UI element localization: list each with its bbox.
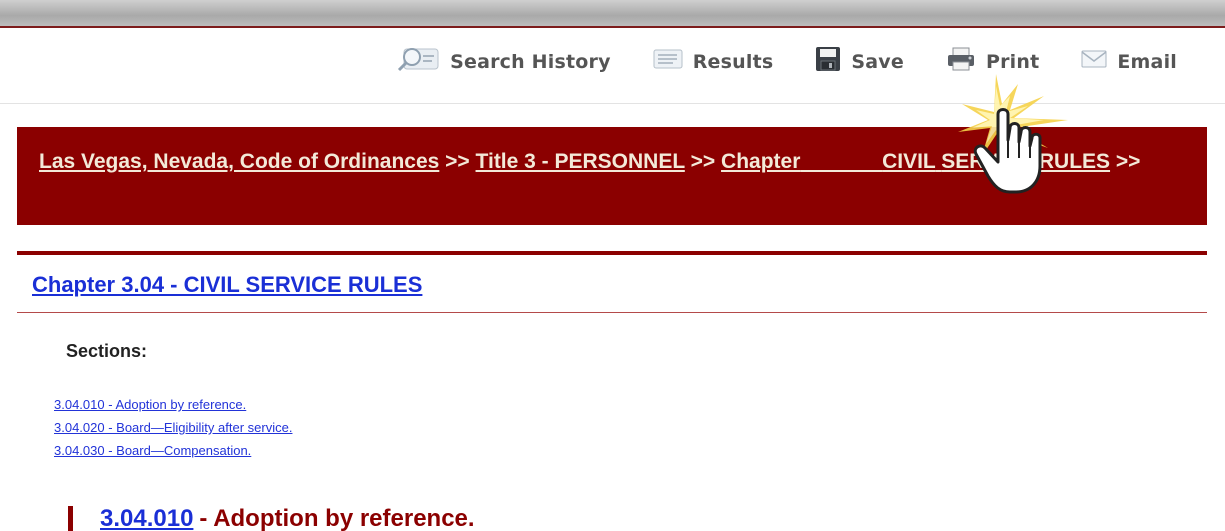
heading-accent-bar	[68, 506, 73, 531]
save-button[interactable]: Save	[815, 46, 904, 77]
section-divider	[17, 251, 1207, 255]
breadcrumb-link-code[interactable]: Las Vegas, Nevada, Code of Ordinances	[39, 150, 439, 173]
section-link[interactable]: 3.04.020 - Board—Eligibility after servi…	[54, 416, 292, 439]
hand-cursor-icon	[948, 66, 1088, 206]
save-label: Save	[851, 50, 904, 73]
top-banner-band	[0, 0, 1225, 28]
breadcrumb-chapter-part1: Chapter	[721, 150, 801, 173]
section-heading: 3.04.010 - Adoption by reference.	[68, 505, 475, 531]
breadcrumb-separator: >>	[1115, 150, 1141, 173]
chapter-title-link[interactable]: Chapter 3.04 - CIVIL SERVICE RULES	[32, 272, 422, 298]
breadcrumb-separator: >>	[445, 150, 470, 173]
breadcrumb-separator: >>	[690, 150, 716, 173]
results-icon	[653, 48, 683, 75]
search-history-icon	[396, 46, 440, 77]
results-label: Results	[692, 50, 774, 73]
email-button[interactable]: Email	[1081, 49, 1177, 74]
results-button[interactable]: Results	[653, 48, 774, 75]
sections-label: Sections:	[66, 341, 148, 361]
chapter-divider	[17, 312, 1207, 313]
breadcrumb-chapter-part2: CIVIL	[882, 150, 936, 173]
section-heading-title: - Adoption by reference.	[199, 505, 475, 531]
section-link[interactable]: 3.04.030 - Board—Compensation.	[54, 439, 292, 462]
save-icon	[815, 46, 841, 77]
search-history-label: Search History	[450, 50, 611, 73]
section-number-link[interactable]: 3.04.010	[100, 505, 193, 531]
section-list: 3.04.010 - Adoption by reference. 3.04.0…	[54, 393, 292, 462]
page: Search History Results Save Print Email …	[0, 0, 1225, 531]
email-label: Email	[1117, 50, 1177, 73]
breadcrumb-link-title[interactable]: Title 3 - PERSONNEL	[476, 150, 685, 173]
section-link[interactable]: 3.04.010 - Adoption by reference.	[54, 393, 292, 416]
search-history-button[interactable]: Search History	[396, 46, 611, 77]
